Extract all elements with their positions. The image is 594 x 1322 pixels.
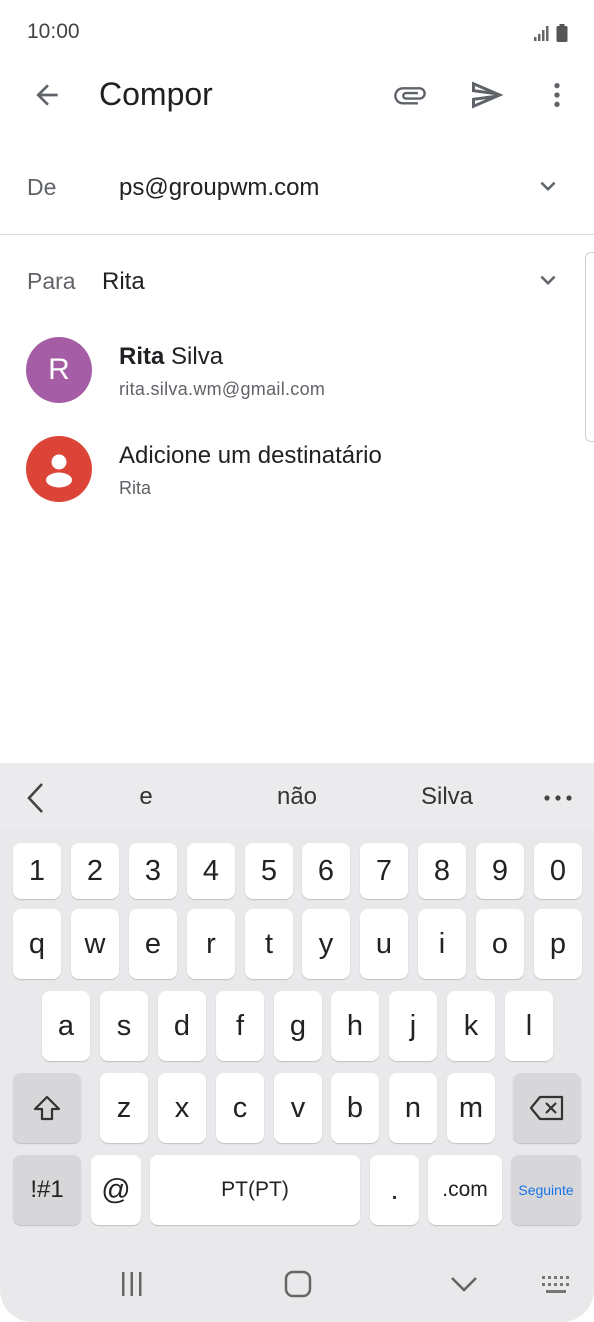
key-4[interactable]: 4	[187, 843, 235, 899]
back-arrow-icon[interactable]	[20, 68, 74, 122]
chevron-left-icon[interactable]	[18, 780, 54, 816]
shift-icon	[33, 1095, 61, 1121]
key-3[interactable]: 3	[129, 843, 177, 899]
key-f[interactable]: f	[216, 991, 264, 1061]
scrollbar[interactable]	[585, 252, 594, 442]
prediction-1[interactable]: e	[76, 783, 216, 811]
divider	[0, 234, 594, 235]
send-icon[interactable]	[460, 68, 514, 122]
symbols-key[interactable]: !#1	[13, 1155, 81, 1225]
contact-name: Rita Silva	[119, 343, 223, 371]
signal-icon	[533, 24, 551, 47]
key-j[interactable]: j	[389, 991, 437, 1061]
key-v[interactable]: v	[274, 1073, 322, 1143]
key-b[interactable]: b	[331, 1073, 379, 1143]
key-u[interactable]: u	[360, 909, 408, 979]
key-i[interactable]: i	[418, 909, 466, 979]
key-8[interactable]: 8	[418, 843, 466, 899]
prediction-3[interactable]: Silva	[377, 783, 517, 811]
key-e[interactable]: e	[129, 909, 177, 979]
to-input[interactable]: Rita	[102, 268, 145, 296]
more-horiz-icon[interactable]	[540, 786, 576, 810]
key-7[interactable]: 7	[360, 843, 408, 899]
page-title: Compor	[99, 76, 213, 112]
chevron-down-icon[interactable]	[530, 262, 566, 298]
key-w[interactable]: w	[71, 909, 119, 979]
backspace-icon	[529, 1095, 564, 1121]
key-p[interactable]: p	[534, 909, 582, 979]
backspace-key[interactable]	[513, 1073, 581, 1143]
key-k[interactable]: k	[447, 991, 495, 1061]
key-z[interactable]: z	[100, 1073, 148, 1143]
next-key[interactable]: Seguinte	[511, 1155, 581, 1225]
key-g[interactable]: g	[274, 991, 322, 1061]
key-o[interactable]: o	[476, 909, 524, 979]
key-d[interactable]: d	[158, 991, 206, 1061]
dotcom-key[interactable]: .com	[428, 1155, 502, 1225]
contact-first-name: Rita	[119, 343, 165, 370]
key-c[interactable]: c	[216, 1073, 264, 1143]
from-label: De	[27, 174, 57, 200]
shift-key[interactable]	[13, 1073, 81, 1143]
key-l[interactable]: l	[505, 991, 553, 1061]
key-a[interactable]: a	[42, 991, 90, 1061]
avatar: R	[26, 337, 92, 403]
key-s[interactable]: s	[100, 991, 148, 1061]
paperclip-icon[interactable]	[383, 68, 437, 122]
chevron-down-icon[interactable]	[447, 1268, 481, 1300]
key-m[interactable]: m	[447, 1073, 495, 1143]
to-label: Para	[27, 268, 76, 294]
more-vert-icon[interactable]	[530, 68, 584, 122]
battery-icon	[556, 24, 568, 47]
key-y[interactable]: y	[302, 909, 350, 979]
key-0[interactable]: 0	[534, 843, 582, 899]
key-q[interactable]: q	[13, 909, 61, 979]
key-1[interactable]: 1	[13, 843, 61, 899]
key-at[interactable]: @	[91, 1155, 141, 1225]
key-r[interactable]: r	[187, 909, 235, 979]
key-9[interactable]: 9	[476, 843, 524, 899]
status-time: 10:00	[27, 20, 80, 43]
contact-last-name: Silva	[171, 343, 224, 370]
prediction-2[interactable]: não	[227, 783, 367, 811]
home-icon[interactable]	[281, 1268, 315, 1300]
key-h[interactable]: h	[331, 991, 379, 1061]
key-n[interactable]: n	[389, 1073, 437, 1143]
space-key[interactable]: PT(PT)	[150, 1155, 360, 1225]
key-5[interactable]: 5	[245, 843, 293, 899]
add-recipient-label: Adicione um destinatário	[119, 442, 382, 469]
person-icon	[26, 436, 92, 502]
recent-apps-icon[interactable]	[115, 1268, 149, 1300]
key-t[interactable]: t	[245, 909, 293, 979]
from-field[interactable]: ps@groupwm.com	[119, 174, 319, 202]
key-dot[interactable]: .	[370, 1155, 419, 1225]
add-recipient-subtitle: Rita	[119, 478, 152, 498]
key-6[interactable]: 6	[302, 843, 350, 899]
key-2[interactable]: 2	[71, 843, 119, 899]
contact-email: rita.silva.wm@gmail.com	[119, 379, 326, 399]
status-bar: 10:00	[0, 0, 594, 66]
chevron-down-icon[interactable]	[530, 168, 566, 204]
key-x[interactable]: x	[158, 1073, 206, 1143]
keyboard-icon[interactable]	[540, 1272, 574, 1298]
